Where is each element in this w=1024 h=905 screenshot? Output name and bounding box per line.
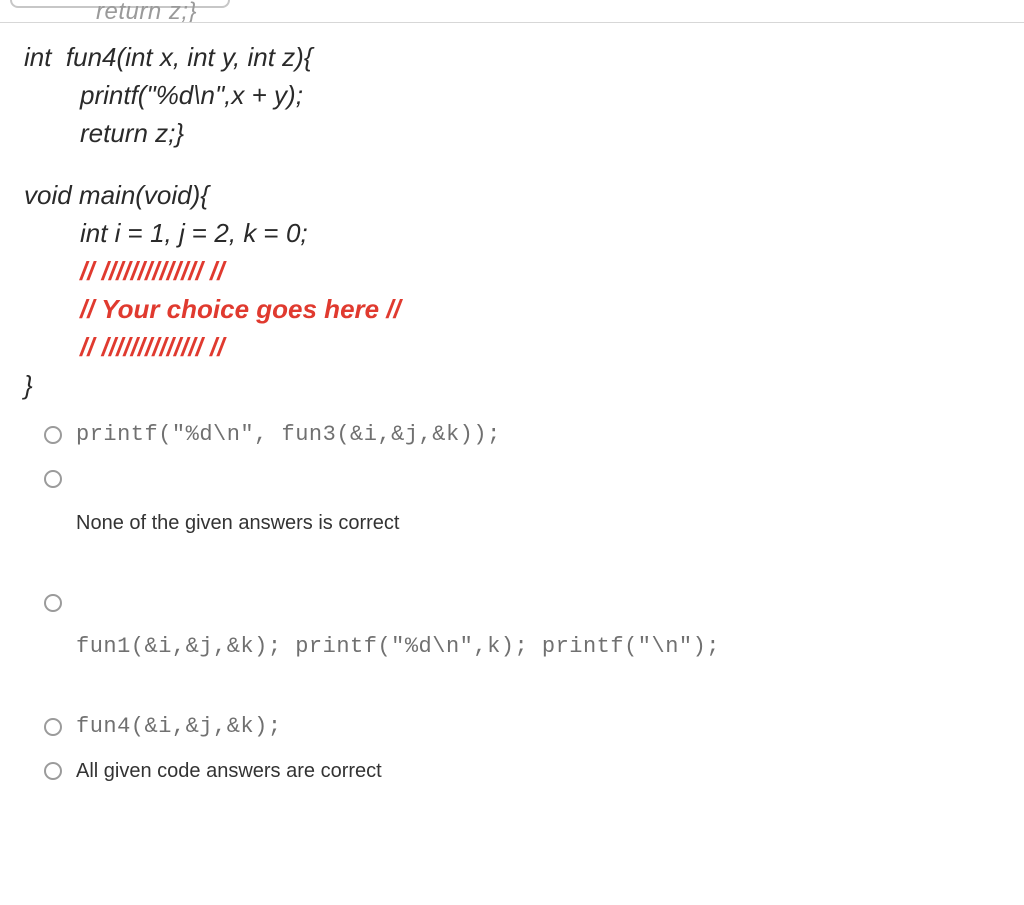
code-line-5c: 2, k: [207, 218, 263, 248]
question-code-block: int fun4(int x, int y, int z){ printf("%…: [24, 38, 1000, 404]
equals-sign: =: [264, 218, 279, 248]
equals-sign: =: [192, 218, 207, 248]
code-line-6: }: [24, 370, 33, 400]
radio-icon[interactable]: [44, 718, 62, 736]
option-3[interactable]: fun1(&i,&j,&k); printf("%d\n",k); printf…: [24, 590, 1000, 660]
option-2[interactable]: None of the given answers is correct: [24, 466, 1000, 536]
answer-options: printf("%d\n", fun3(&i,&j,&k)); None of …: [24, 422, 1000, 784]
radio-icon[interactable]: [44, 426, 62, 444]
option-5[interactable]: All given code answers are correct: [24, 758, 1000, 784]
option-3-label: fun1(&i,&j,&k); printf("%d\n",k); printf…: [76, 590, 1000, 660]
option-2-label: None of the given answers is correct: [76, 466, 1000, 536]
code-line-4: void main(void){: [24, 180, 209, 210]
radio-icon[interactable]: [44, 762, 62, 780]
cutoff-code-line: return z;}: [24, 0, 1000, 22]
option-1[interactable]: printf("%d\n", fun3(&i,&j,&k));: [24, 422, 1000, 448]
code-line-5d: 0;: [279, 218, 308, 248]
code-line-2: printf("%d\n",x + y);: [80, 80, 303, 110]
option-4[interactable]: fun4(&i,&j,&k);: [24, 714, 1000, 740]
comment-line-1: // ////////////// //: [80, 256, 224, 286]
option-1-label: printf("%d\n", fun3(&i,&j,&k));: [76, 422, 1000, 448]
option-5-label: All given code answers are correct: [76, 758, 1000, 784]
comment-line-2: // Your choice goes here //: [80, 294, 401, 324]
equals-sign: =: [128, 218, 143, 248]
code-line-5a: int i: [80, 218, 128, 248]
comment-line-3: // ////////////// //: [80, 332, 224, 362]
radio-icon[interactable]: [44, 470, 62, 488]
code-line-1: int fun4(int x, int y, int z){: [24, 42, 313, 72]
content-area: return z;} int fun4(int x, int y, int z)…: [24, 0, 1000, 792]
code-line-3: return z;}: [80, 118, 184, 148]
radio-icon[interactable]: [44, 594, 62, 612]
option-4-label: fun4(&i,&j,&k);: [76, 714, 1000, 740]
code-line-5b: 1, j: [143, 218, 192, 248]
